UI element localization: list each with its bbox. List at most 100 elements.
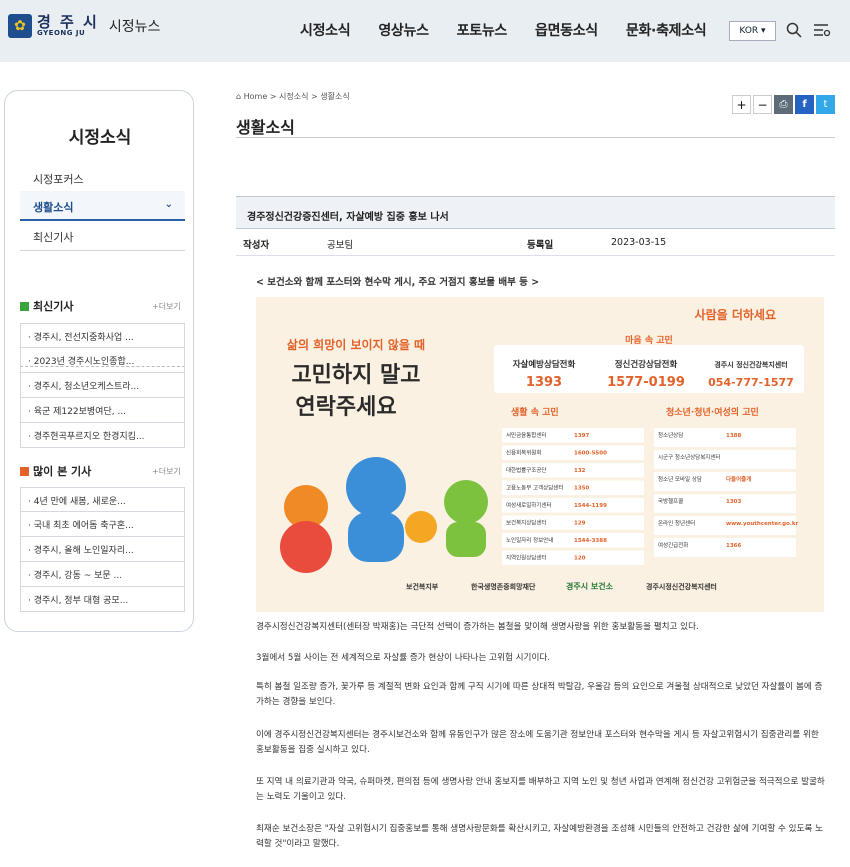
article-paragraph: 이에 경주시정신건강복지센터는 경주시보건소와 함께 유동인구가 많은 장소에 … [256, 730, 819, 755]
date-value: 2023-03-15 [611, 237, 667, 248]
hotline-row-name: 여성긴급전화 [658, 541, 688, 549]
sponsor: 보건복지부 [406, 582, 439, 591]
article-paragraph: 최재순 보건소장은 "자살 고위험시기 집중홍보를 통해 생명사랑문화를 확산시… [256, 824, 824, 849]
poster-headline-small: 삶의 희망이 보이지 않을 때 [287, 337, 425, 352]
sidebar-item-label: 생활소식 [33, 201, 74, 214]
hotline-row-number: 1303 [726, 499, 741, 505]
list-item[interactable]: · 2023년 경주시노인종합... [20, 348, 185, 373]
popular-title: 많이 본 기사 [33, 465, 92, 478]
nav-item[interactable]: 포토뉴스 [457, 20, 508, 40]
search-icon[interactable] [786, 22, 802, 38]
list-item-text: 2023년 경주시노인종합... [33, 357, 135, 367]
article-paragraph: 경주시정신건강복지센터(센터장 박재홍)는 극단적 선택이 증가하는 봄철을 맞… [256, 622, 699, 632]
facebook-icon[interactable]: f [795, 95, 814, 114]
author-label: 작성자 [243, 240, 270, 251]
list-item-text: 경주시, 전선지중화사업 ... [33, 333, 134, 343]
hotline-name: 정신건강상담전화 [615, 359, 678, 370]
hotline-row-name: 대한법률구조공단 [506, 466, 546, 474]
hotline-row-number: 1397 [574, 433, 589, 439]
hotline-number: 1577-0199 [607, 375, 685, 390]
hotline-row-name: 노인일자리 정보안내 [506, 536, 553, 544]
hotline-row-name: 고용노동부 고객상담센터 [506, 484, 563, 492]
list-item[interactable]: · 경주시, 전선지중화사업 ... [20, 323, 185, 348]
square-bullet-icon [20, 467, 29, 476]
hotline-row-number: 120 [574, 556, 586, 562]
hotline-row-name: 청소년 모바일 상담 [658, 475, 702, 483]
nav-item[interactable]: 읍면동소식 [535, 20, 598, 40]
page-title: 생활소식 [236, 118, 295, 137]
sidebar: 시정소식 시정포커스 생활소식 ⌄ 최신기사 최신기사 +더보기 · 경주시, 전… [4, 90, 194, 632]
list-item-text: 경주시, 올해 노인일자리... [33, 546, 134, 556]
hotline-row-number: 1350 [574, 486, 589, 492]
hotline-row-number: 129 [574, 521, 586, 527]
hotline-row-number: 1544-1199 [574, 503, 607, 509]
sidebar-item-latest[interactable]: 최신기사 [20, 221, 185, 251]
list-item[interactable]: · 경주시, 청소년오케스트라... [20, 373, 185, 398]
sponsor: 경주시 보건소 [566, 581, 614, 591]
article-paragraph: 특히 봄철 일조량 증가, 꽃가루 등 계절적 변화 요인과 함께 구직 시기에… [256, 682, 823, 707]
author-value: 공보팀 [327, 240, 354, 251]
hotline-row-name: 신용회복위원회 [506, 449, 541, 457]
nav-item[interactable]: 시정소식 [300, 20, 351, 40]
nav-item[interactable]: 문화·축제소식 [626, 20, 707, 40]
menu-icon[interactable] [813, 22, 831, 38]
hotline-row-number: 1366 [726, 543, 741, 549]
breadcrumb-text[interactable]: Home > 시정소식 > 생활소식 [244, 92, 350, 101]
square-bullet-icon [20, 302, 29, 311]
city-emblem-icon: ✿ [8, 14, 32, 38]
language-select[interactable]: KOR ▾ [729, 21, 776, 41]
hotline-row-name: 여성새로일하기센터 [506, 501, 552, 509]
home-icon[interactable]: ⌂ [236, 92, 241, 101]
print-icon[interactable]: ⎙ [774, 95, 793, 114]
article-paragraph: 3월에서 5월 사이는 전 세계적으로 자살률 증가 현상이 나타나는 고위험 … [256, 653, 550, 663]
list-item[interactable]: · 4년 만에 새봄, 새로운... [20, 487, 185, 512]
hotline-row-number: 다들어줄개 [726, 475, 751, 483]
latest-heading: 최신기사 [20, 298, 73, 314]
sidebar-item-life-news[interactable]: 생활소식 ⌄ [20, 191, 185, 221]
list-item[interactable]: · 국내 최초 에어돔 축구혼... [20, 512, 185, 537]
sidebar-item-label: 최신기사 [33, 231, 74, 244]
latest-more-link[interactable]: +더보기 [152, 301, 181, 312]
twitter-icon[interactable]: t [816, 95, 835, 114]
sidebar-item-focus[interactable]: 시정포커스 [20, 163, 185, 193]
hotline-row-name: 온라인 청년센터 [658, 519, 695, 527]
list-item-text: 육군 제122보병여단, ... [33, 407, 127, 417]
list-item[interactable]: · 경주시, 올해 노인일자리... [20, 537, 185, 562]
list-item-text: 경주시, 정부 대형 공모... [33, 596, 129, 606]
sponsor: 한국생명존중희망재단 [471, 582, 536, 591]
hotline-row-name: 국방헬프콜 [658, 497, 683, 505]
list-item-text: 경주현곡푸르지오 한경지킴... [33, 432, 145, 442]
hotline-row-number: 1544-3388 [574, 538, 607, 544]
hotline-row-number: www.youthcenter.go.kr [726, 521, 799, 527]
hotline-row-name: 시군구 청소년상담복지센터 [658, 453, 720, 461]
zoom-out-button[interactable]: − [753, 95, 772, 114]
list-item[interactable]: · 경주현곡푸르지오 한경지킴... [20, 423, 185, 448]
popular-heading: 많이 본 기사 [20, 463, 91, 479]
chevron-down-icon: ⌄ [164, 199, 173, 210]
sidebar-item-label: 시정포커스 [33, 173, 84, 186]
hotline-row-name: 보건복지상담센터 [506, 519, 546, 527]
hotline-number: 1393 [526, 375, 562, 390]
divider [236, 255, 835, 256]
hotline-row-name: 서민금융통합센터 [506, 431, 546, 439]
hotline-row-name: 지역인원상담센터 [506, 554, 546, 562]
article-subtitle: < 보건소와 함께 포스터와 현수막 게시, 주요 거점지 홍보물 배부 등 > [256, 277, 540, 288]
logo-subtitle: 시정뉴스 [108, 19, 161, 35]
site-logo[interactable]: ✿ 경 주 시 GYEONG JU 시정뉴스 [8, 14, 160, 38]
breadcrumb: ⌂ Home > 시정소식 > 생활소식 [236, 91, 350, 102]
toolbar: + − ⎙ f t [730, 95, 835, 114]
nav-item[interactable]: 영상뉴스 [378, 20, 429, 40]
zoom-in-button[interactable]: + [732, 95, 751, 114]
list-item[interactable]: · 경주시, 정부 대형 공모... [20, 587, 185, 612]
list-item[interactable]: · 육군 제122보병여단, ... [20, 398, 185, 423]
poster-brand: 사람을 더하세요 [695, 307, 776, 322]
list-item[interactable]: · 경주시, 강동 ~ 보문 ... [20, 562, 185, 587]
popular-more-link[interactable]: +더보기 [152, 466, 181, 477]
poster-headline-1: 고민하지 말고 [291, 363, 420, 388]
article-title: 경주정신건강증진센터, 자살예방 집중 홍보 나서 [236, 196, 835, 229]
hotline-name: 경주시 정신건강복지센터 [714, 360, 787, 369]
hotline-number: 054-777-1577 [708, 376, 794, 389]
poster-headline-2: 연락주세요 [295, 395, 396, 420]
mind-label: 마음 속 고민 [625, 334, 673, 346]
hotline-row-name: 청소년상담 [658, 431, 683, 439]
